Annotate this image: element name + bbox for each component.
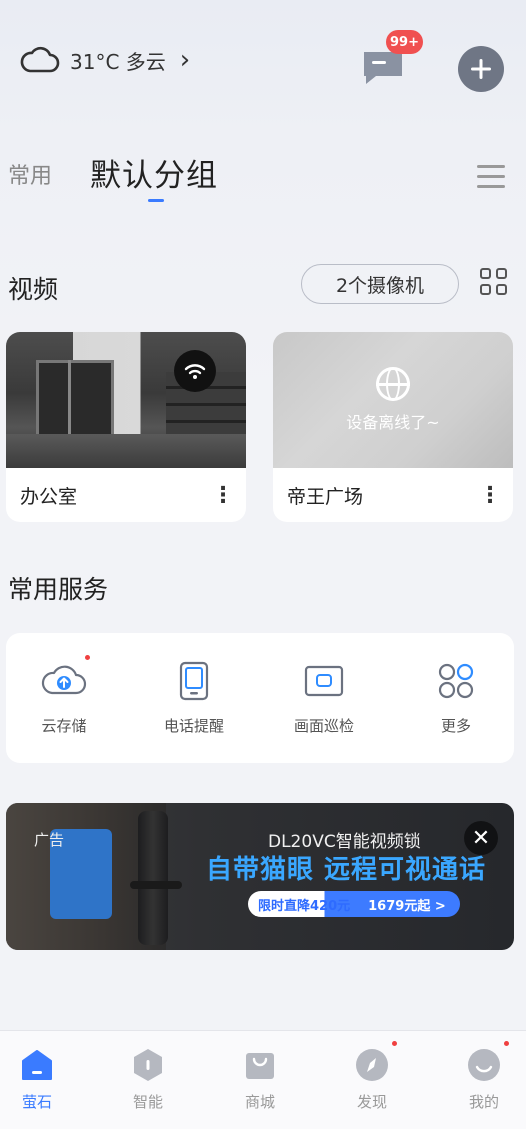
more-options-icon[interactable]: ⋮ [479, 483, 501, 508]
cloud-upload-icon [41, 665, 87, 695]
service-label: 更多 [440, 717, 471, 735]
camera-card-office[interactable]: 办公室 ⋮ [6, 332, 246, 522]
nav-home[interactable]: 萤石 [0, 1047, 87, 1112]
nav-label: 我的 [468, 1093, 499, 1111]
screen-icon [304, 665, 344, 697]
plus-icon [471, 59, 491, 79]
floor-shape [6, 434, 246, 468]
more-options-icon[interactable]: ⋮ [212, 483, 234, 508]
add-button[interactable] [458, 46, 504, 92]
lock-handle-image [130, 881, 182, 889]
notification-dot [85, 655, 90, 660]
globe-icon [376, 367, 410, 401]
shopping-bag-icon [246, 1053, 274, 1079]
nav-smart[interactable]: 智能 [98, 1047, 198, 1112]
tab-common[interactable]: 常用 [8, 158, 52, 190]
more-grid-icon [438, 663, 474, 699]
nav-label: 商城 [244, 1093, 275, 1111]
notification-dot [504, 1041, 509, 1046]
camera-name: 帝王广场 [287, 485, 364, 508]
services-panel: 云存储 电话提醒 画面巡检 更多 [6, 633, 514, 763]
offline-text: 设备离线了~ [346, 413, 440, 432]
grid-view-icon[interactable] [480, 268, 510, 298]
smart-lock-image [138, 811, 168, 945]
cloud-icon [20, 46, 60, 73]
ad-banner[interactable]: 广告 DL20VC智能视频锁 自带猫眼 远程可视通话 限时直降420元 1679… [6, 803, 514, 950]
nav-discover[interactable]: 发现 [322, 1041, 422, 1112]
nav-label: 发现 [356, 1093, 387, 1111]
close-icon[interactable]: ✕ [464, 821, 498, 855]
phone-icon [179, 661, 209, 701]
tab-indicator [148, 199, 164, 202]
ad-discount: 限时直降420元 [258, 898, 351, 914]
wifi-icon [184, 364, 206, 379]
message-badge: 99+ [386, 30, 423, 54]
nav-profile[interactable]: 我的 [434, 1041, 526, 1112]
weather-text: 31°C 多云 [70, 49, 166, 74]
services-section-title: 常用服务 [8, 575, 109, 604]
camera-thumbnail[interactable]: 设备离线了~ [273, 332, 513, 468]
service-phone-alert[interactable]: 电话提醒 [144, 659, 244, 736]
nav-mall[interactable]: 商城 [210, 1047, 310, 1112]
nav-label: 智能 [132, 1093, 163, 1111]
camera-thumbnail[interactable] [6, 332, 246, 468]
ad-price: 1679元起 > [368, 898, 446, 914]
camera-count-button[interactable]: 2个摄像机 [301, 264, 459, 304]
wifi-badge [174, 350, 216, 392]
service-label: 电话提醒 [163, 717, 224, 735]
service-cloud-storage[interactable]: 云存储 [14, 655, 114, 736]
video-section-title: 视频 [8, 275, 59, 304]
service-label: 云存储 [41, 717, 87, 735]
home-icon [22, 1050, 52, 1080]
ad-tag: 广告 [34, 831, 65, 849]
offline-overlay: 设备离线了~ [273, 332, 513, 468]
service-label: 画面巡检 [293, 717, 354, 735]
nav-label: 萤石 [21, 1093, 52, 1111]
hexagon-icon [134, 1049, 162, 1081]
tab-default-group[interactable]: 默认分组 [90, 150, 218, 195]
camera-name: 办公室 [20, 485, 78, 508]
compass-icon [356, 1049, 388, 1081]
ad-headline: 自带猫眼 远程可视通话 [206, 855, 487, 885]
menu-icon[interactable] [477, 165, 507, 189]
chevron-right-icon: › [179, 45, 191, 75]
camera-card-plaza[interactable]: 设备离线了~ 帝王广场 ⋮ [273, 332, 513, 522]
service-more[interactable]: 更多 [406, 659, 506, 736]
weather-widget[interactable]: 31°C 多云 › [20, 40, 190, 80]
ad-price-pill[interactable]: 限时直降420元 1679元起 > [248, 891, 460, 917]
profile-icon [468, 1049, 500, 1081]
bottom-navigation: 萤石 智能 商城 发现 我的 [0, 1030, 526, 1129]
service-screen-patrol[interactable]: 画面巡检 [274, 659, 374, 736]
notification-dot [392, 1041, 397, 1046]
